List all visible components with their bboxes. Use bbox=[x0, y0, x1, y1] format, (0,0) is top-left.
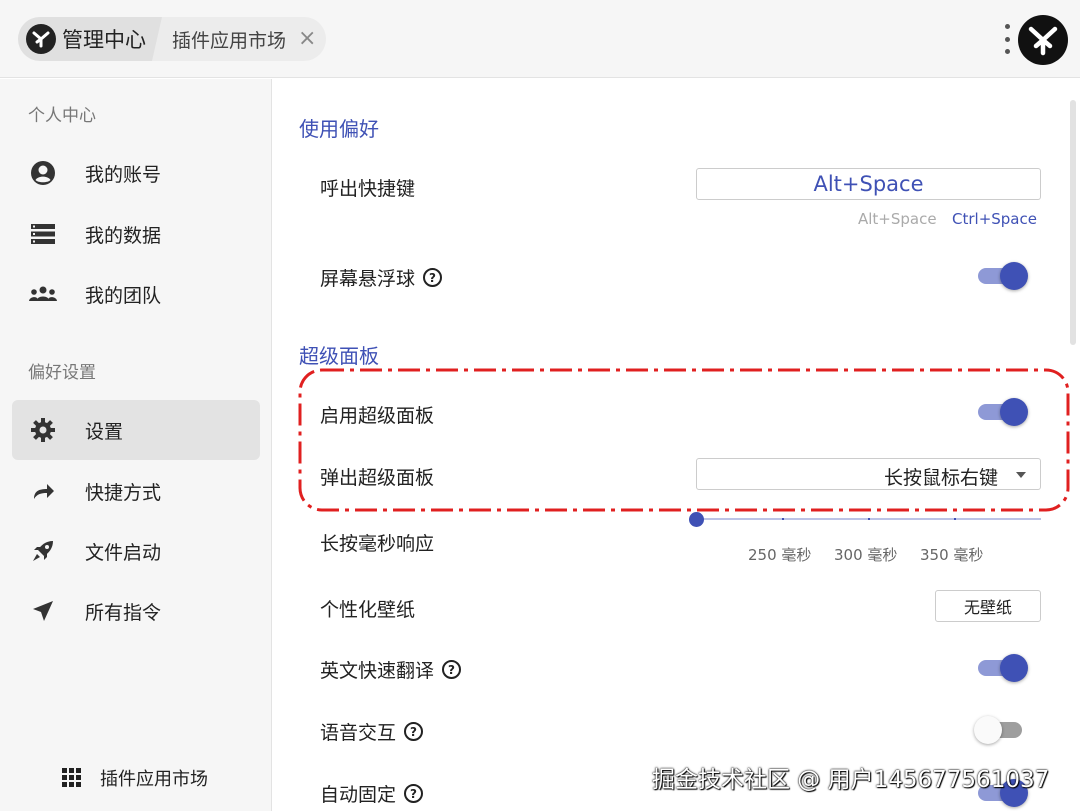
section-title-prefs: 偏好设置 bbox=[28, 363, 96, 383]
app-title: 管理中心 bbox=[62, 28, 146, 52]
send-icon bbox=[28, 596, 58, 626]
plugin-market-link[interactable]: 插件应用市场 bbox=[62, 763, 208, 793]
sidebar-item-team[interactable]: 我的团队 bbox=[12, 264, 260, 324]
app-logo-icon bbox=[26, 24, 56, 54]
translate-toggle[interactable] bbox=[976, 653, 1028, 683]
account-circle-icon bbox=[28, 158, 58, 188]
wallpaper-label: 个性化壁纸 bbox=[320, 595, 415, 622]
gear-icon bbox=[28, 415, 58, 445]
translate-label: 英文快速翻译 ? bbox=[320, 656, 462, 683]
sidebar-item-label: 我的团队 bbox=[85, 284, 162, 307]
apps-grid-icon bbox=[62, 768, 82, 788]
tab-management-center[interactable]: 管理中心 bbox=[18, 17, 166, 61]
sidebar-item-shortcuts[interactable]: 快捷方式 bbox=[12, 461, 260, 521]
close-icon[interactable]: × bbox=[298, 28, 316, 50]
sidebar-item-label: 文件启动 bbox=[85, 541, 162, 564]
section-title-personal: 个人中心 bbox=[28, 106, 96, 126]
enable-super-panel-label: 启用超级面板 bbox=[320, 401, 434, 428]
hotkey-option-alt-space[interactable]: Alt+Space bbox=[858, 210, 937, 228]
group-title-super-panel: 超级面板 bbox=[299, 344, 379, 368]
voice-label-text: 语音交互 bbox=[320, 722, 397, 744]
popup-super-panel-select[interactable]: 长按鼠标右键 bbox=[696, 458, 1041, 490]
sidebar-item-label: 我的数据 bbox=[85, 224, 162, 247]
popup-super-panel-label: 弹出超级面板 bbox=[320, 463, 434, 490]
chevron-down-icon bbox=[1016, 472, 1026, 478]
team-icon bbox=[28, 279, 58, 309]
sidebar-item-account[interactable]: 我的账号 bbox=[12, 143, 260, 203]
wallpaper-label-text: 个性化壁纸 bbox=[320, 599, 416, 621]
more-menu-icon[interactable] bbox=[1000, 24, 1014, 54]
sidebar-item-file-launch[interactable]: 文件启动 bbox=[12, 521, 260, 581]
user-avatar-logo-icon[interactable] bbox=[1018, 15, 1068, 65]
floating-ball-label: 屏幕悬浮球 ? bbox=[320, 264, 443, 291]
help-icon[interactable]: ? bbox=[404, 784, 424, 803]
enable-super-panel-text: 启用超级面板 bbox=[320, 405, 435, 427]
tab-plugin-market[interactable]: 插件应用市场 × bbox=[166, 17, 326, 61]
floating-ball-toggle[interactable] bbox=[976, 261, 1028, 291]
sidebar-item-label: 设置 bbox=[85, 420, 124, 443]
hotkey-label: 呼出快捷键 bbox=[320, 174, 415, 201]
group-title-usage: 使用偏好 bbox=[299, 117, 379, 141]
autofix-label: 自动固定 ? bbox=[320, 780, 424, 807]
slider-tick-label: 300 毫秒 bbox=[834, 546, 898, 564]
translate-label-text: 英文快速翻译 bbox=[320, 660, 435, 682]
wallpaper-button[interactable]: 无壁纸 bbox=[935, 590, 1041, 622]
help-icon[interactable]: ? bbox=[442, 660, 462, 679]
long-press-slider[interactable] bbox=[689, 510, 1041, 530]
sidebar-item-label: 所有指令 bbox=[85, 601, 162, 624]
help-icon[interactable]: ? bbox=[423, 268, 443, 287]
slider-thumb[interactable] bbox=[689, 512, 704, 527]
scrollbar[interactable] bbox=[1070, 100, 1076, 345]
shortcut-arrow-icon bbox=[28, 476, 58, 506]
enable-super-panel-toggle[interactable] bbox=[976, 397, 1028, 427]
sidebar-item-settings[interactable]: 设置 bbox=[12, 400, 260, 460]
plugin-market-label: 插件应用市场 bbox=[100, 769, 208, 790]
voice-toggle[interactable] bbox=[974, 715, 1026, 745]
voice-label: 语音交互 ? bbox=[320, 718, 424, 745]
tab-label: 插件应用市场 bbox=[172, 29, 287, 52]
sidebar-item-label: 快捷方式 bbox=[85, 481, 162, 504]
sidebar-item-all-commands[interactable]: 所有指令 bbox=[12, 581, 260, 641]
hotkey-input[interactable]: Alt+Space bbox=[696, 168, 1041, 200]
floating-ball-label-text: 屏幕悬浮球 bbox=[320, 268, 416, 290]
popup-super-panel-text: 弹出超级面板 bbox=[320, 467, 435, 489]
hotkey-label-text: 呼出快捷键 bbox=[320, 178, 416, 200]
title-bar: 管理中心 插件应用市场 × bbox=[0, 0, 1080, 78]
watermark: 掘金技术社区 @ 用户14567756​1037 bbox=[652, 767, 1050, 793]
data-list-icon bbox=[28, 219, 58, 249]
hotkey-option-ctrl-space[interactable]: Ctrl+Space bbox=[952, 210, 1037, 228]
autofix-label-text: 自动固定 bbox=[320, 784, 397, 806]
popup-super-panel-value: 长按鼠标右键 bbox=[883, 467, 998, 489]
sidebar-item-label: 我的账号 bbox=[85, 163, 162, 186]
sidebar-item-data[interactable]: 我的数据 bbox=[12, 204, 260, 264]
sidebar: 个人中心 我的账号 我的数据 我的团队 偏好设置 设置 快捷方式 文件启动 所有… bbox=[0, 79, 272, 811]
slider-tick-label: 250 毫秒 bbox=[748, 546, 812, 564]
long-press-label-text: 长按毫秒响应 bbox=[320, 533, 435, 555]
long-press-label: 长按毫秒响应 bbox=[320, 529, 434, 556]
help-icon[interactable]: ? bbox=[404, 722, 424, 741]
slider-tick-label: 350 毫秒 bbox=[920, 546, 984, 564]
rocket-icon bbox=[28, 536, 58, 566]
